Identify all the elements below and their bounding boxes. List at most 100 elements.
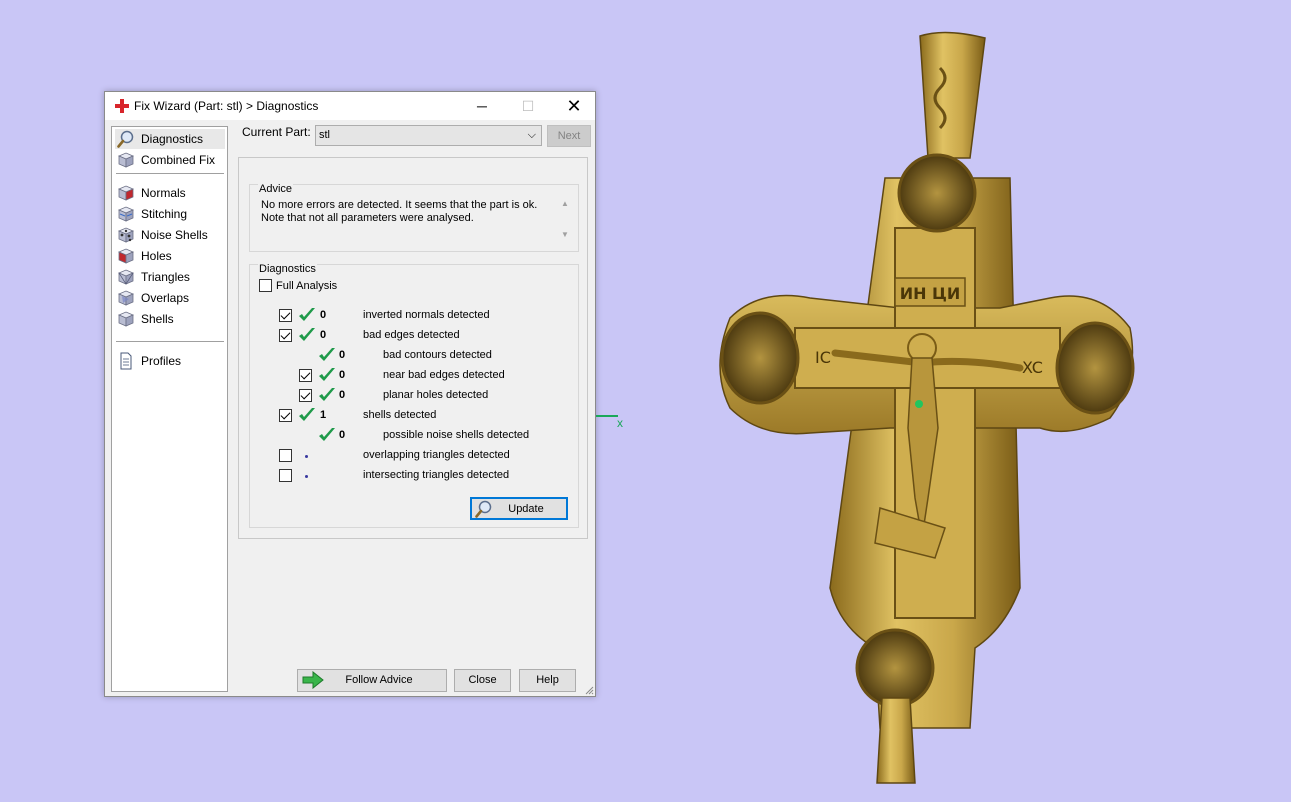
intersecting-triangles-label: intersecting triangles detected bbox=[363, 469, 510, 481]
cross-inscription: ИН ЦИ bbox=[900, 284, 961, 303]
cube-icon bbox=[117, 151, 135, 169]
sidebar-item-label: Diagnostics bbox=[141, 132, 204, 146]
sidebar-divider bbox=[116, 341, 224, 342]
overlapping-triangles-checkbox[interactable] bbox=[279, 449, 292, 462]
triangles-cube-icon bbox=[117, 268, 135, 286]
planar-holes-checkbox[interactable] bbox=[299, 389, 312, 402]
advice-scrollbar[interactable]: ▲ ▼ bbox=[558, 199, 572, 243]
bad-edges-label: bad edges detected bbox=[363, 329, 460, 341]
sidebar-item-stitching[interactable]: Stitching bbox=[115, 204, 225, 224]
sidebar-item-overlaps[interactable]: Overlaps bbox=[115, 288, 225, 308]
advice-group: Advice No more errors are detected. It s… bbox=[249, 183, 579, 252]
sidebar-item-label: Profiles bbox=[141, 354, 182, 368]
not-analysed-dot-icon bbox=[305, 475, 308, 478]
sidebar-divider bbox=[116, 173, 224, 174]
sidebar-item-normals[interactable]: Normals bbox=[115, 183, 225, 203]
update-button-label: Update bbox=[508, 503, 544, 515]
noise-shells-icon bbox=[117, 226, 135, 244]
help-button[interactable]: Help bbox=[519, 669, 576, 692]
full-analysis-checkbox[interactable] bbox=[259, 279, 272, 292]
noise-shells-count: 0 bbox=[339, 429, 346, 441]
sidebar-item-profiles[interactable]: Profiles bbox=[115, 351, 225, 371]
title-bar[interactable]: Fix Wizard (Part: stl) > Diagnostics ─ ☐… bbox=[105, 92, 595, 120]
diagnostics-group: Diagnostics Full Analysis 0 inverted nor… bbox=[249, 263, 579, 528]
check-icon bbox=[298, 327, 316, 343]
close-window-button[interactable]: ✕ bbox=[551, 92, 597, 120]
check-icon bbox=[298, 307, 316, 323]
advice-title: Advice bbox=[258, 183, 294, 195]
sidebar-item-label: Shells bbox=[141, 312, 174, 326]
check-icon bbox=[318, 387, 336, 403]
bad-edges-checkbox[interactable] bbox=[279, 329, 292, 342]
x-axis-label: x bbox=[617, 416, 623, 430]
bad-contours-count: 0 bbox=[339, 349, 346, 361]
current-part-value: stl bbox=[319, 129, 330, 141]
bad-edges-count: 0 bbox=[320, 329, 327, 341]
check-icon bbox=[318, 367, 336, 383]
update-button[interactable]: Update bbox=[470, 497, 568, 520]
shells-label: shells detected bbox=[363, 409, 437, 421]
sidebar-item-label: Holes bbox=[141, 249, 172, 263]
follow-advice-label: Follow Advice bbox=[345, 674, 413, 686]
inverted-normals-label: inverted normals detected bbox=[363, 309, 490, 321]
red-cross-app-icon bbox=[115, 99, 129, 113]
gold-cross-model[interactable]: ИН ЦИ IC XC bbox=[700, 28, 1150, 788]
scroll-down-icon[interactable]: ▼ bbox=[558, 230, 572, 239]
sidebar-item-label: Noise Shells bbox=[141, 228, 208, 242]
holes-cube-icon bbox=[117, 248, 135, 264]
chevron-down-icon: ⌵ bbox=[527, 129, 536, 141]
bad-contours-label: bad contours detected bbox=[383, 349, 492, 361]
not-analysed-dot-icon bbox=[305, 455, 308, 458]
fix-wizard-dialog: Fix Wizard (Part: stl) > Diagnostics ─ ☐… bbox=[104, 91, 596, 697]
shells-count: 1 bbox=[320, 409, 327, 421]
noise-shells-label: possible noise shells detected bbox=[383, 429, 530, 441]
sidebar-item-shells[interactable]: Shells bbox=[115, 309, 225, 329]
check-icon bbox=[298, 407, 316, 423]
magnifier-icon bbox=[117, 130, 135, 148]
shells-cube-icon bbox=[117, 310, 135, 328]
planar-holes-count: 0 bbox=[339, 389, 346, 401]
full-analysis-label: Full Analysis bbox=[276, 280, 338, 292]
close-button[interactable]: Close bbox=[454, 669, 511, 692]
inverted-normals-checkbox[interactable] bbox=[279, 309, 292, 322]
minimize-button[interactable]: ─ bbox=[459, 92, 505, 120]
diagnostics-panel: Advice No more errors are detected. It s… bbox=[238, 157, 588, 539]
maximize-button[interactable]: ☐ bbox=[505, 92, 551, 120]
wizard-sidebar: Diagnostics Combined Fix Normals Stitchi… bbox=[111, 126, 228, 692]
follow-advice-button[interactable]: Follow Advice bbox=[297, 669, 447, 692]
window-title: Fix Wizard (Part: stl) > Diagnostics bbox=[134, 99, 319, 113]
green-arrow-icon bbox=[302, 671, 324, 689]
intersecting-triangles-checkbox[interactable] bbox=[279, 469, 292, 482]
near-bad-edges-checkbox[interactable] bbox=[299, 369, 312, 382]
advice-text: No more errors are detected. It seems th… bbox=[261, 199, 551, 225]
cross-text-right: XC bbox=[1022, 358, 1043, 377]
diagnostics-title: Diagnostics bbox=[258, 263, 317, 275]
document-icon bbox=[120, 352, 132, 370]
advice-text-line: No more errors are detected. It seems th… bbox=[261, 199, 538, 211]
sidebar-item-label: Combined Fix bbox=[141, 153, 216, 167]
sidebar-item-triangles[interactable]: Triangles bbox=[115, 267, 225, 287]
inverted-normals-count: 0 bbox=[320, 309, 327, 321]
check-icon bbox=[318, 347, 336, 363]
resize-grip-icon[interactable] bbox=[584, 685, 594, 695]
sidebar-item-diagnostics[interactable]: Diagnostics bbox=[115, 129, 225, 149]
sidebar-item-label: Stitching bbox=[141, 207, 188, 221]
near-bad-edges-count: 0 bbox=[339, 369, 346, 381]
current-part-select[interactable]: stl ⌵ bbox=[315, 125, 542, 146]
next-button[interactable]: Next bbox=[547, 125, 591, 147]
sidebar-item-combined-fix[interactable]: Combined Fix bbox=[115, 150, 225, 170]
x-axis-line bbox=[596, 415, 618, 417]
overlapping-triangles-label: overlapping triangles detected bbox=[363, 449, 510, 461]
scroll-up-icon[interactable]: ▲ bbox=[558, 199, 572, 208]
stitching-cube-icon bbox=[117, 205, 135, 223]
sidebar-item-noise-shells[interactable]: Noise Shells bbox=[115, 225, 225, 245]
planar-holes-label: planar holes detected bbox=[383, 389, 489, 401]
current-part-label: Current Part: bbox=[242, 125, 311, 139]
near-bad-edges-label: near bad edges detected bbox=[383, 369, 505, 381]
normals-cube-icon bbox=[117, 185, 135, 201]
sidebar-item-label: Normals bbox=[141, 186, 186, 200]
sidebar-item-holes[interactable]: Holes bbox=[115, 246, 225, 266]
sidebar-item-label: Overlaps bbox=[141, 291, 190, 305]
shells-checkbox[interactable] bbox=[279, 409, 292, 422]
cross-text-left: IC bbox=[815, 348, 831, 367]
